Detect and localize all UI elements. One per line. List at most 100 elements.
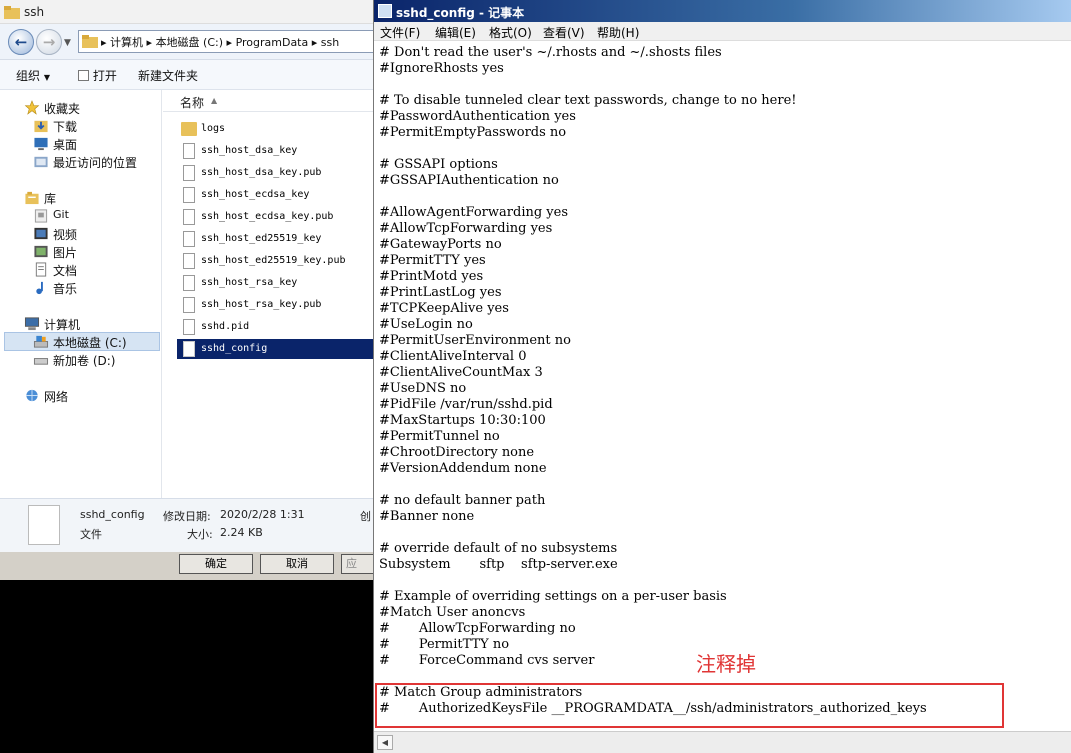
back-arrow-icon: ← (14, 33, 28, 51)
pictures-icon (34, 245, 48, 258)
text-line: # Example of overriding settings on a pe… (379, 589, 727, 604)
notepad-window: sshd_config - 记事本 文件(F) 编辑(E) 格式(O) 查看(V… (373, 0, 1071, 753)
file-row[interactable]: ssh_host_rsa_key.pub (177, 295, 373, 315)
file-row[interactable]: sshd_config (177, 339, 373, 359)
horizontal-scrollbar[interactable]: ◀ (374, 731, 1071, 753)
chevron-down-icon: ▼ (43, 73, 50, 82)
video-icon (34, 227, 48, 240)
downloads-folder-icon (34, 120, 48, 133)
details-modified-label: 修改日期: (163, 510, 211, 523)
file-row[interactable]: ssh_host_ed25519_key (177, 229, 373, 249)
annotation-highlight-box (375, 683, 1004, 728)
document-icon (35, 262, 47, 277)
text-line: #ClientAliveCountMax 3 (379, 365, 543, 380)
file-name: ssh_host_ed25519_key.pub (201, 255, 346, 266)
text-line: # To disable tunneled clear text passwor… (379, 93, 797, 108)
file-row[interactable]: ssh_host_ecdsa_key.pub (177, 207, 373, 227)
file-icon (183, 275, 195, 291)
column-header-name[interactable]: 名称 ▲ (163, 90, 374, 112)
text-line: #AllowTcpForwarding yes (379, 221, 553, 236)
details-modified-value: 2020/2/28 1:31 (220, 508, 305, 521)
drive-c-icon (33, 335, 49, 348)
folder-icon (82, 35, 98, 48)
text-line: # Don't read the user's ~/.rhosts and ~/… (379, 45, 722, 60)
file-name: sshd.pid (201, 321, 250, 332)
text-line: # ForceCommand cvs server (379, 653, 595, 668)
text-line: #PrintLastLog yes (379, 285, 502, 300)
nav-label: 收藏夹 (44, 102, 81, 116)
menu-view[interactable]: 查看(V) (543, 24, 585, 41)
text-line: #VersionAddendum none (379, 461, 547, 476)
scroll-left-icon[interactable]: ◀ (377, 735, 393, 750)
file-thumbnail-icon (28, 505, 60, 545)
notepad-title-bar[interactable]: sshd_config - 记事本 (374, 0, 1071, 22)
file-name: ssh_host_dsa_key (201, 145, 298, 156)
file-name: ssh_host_rsa_key.pub (201, 299, 322, 310)
breadcrumb-programdata[interactable]: ProgramData (236, 36, 309, 49)
text-line: #GSSAPIAuthentication no (379, 173, 559, 188)
forward-button[interactable]: → (36, 29, 62, 55)
file-row[interactable]: ssh_host_rsa_key (177, 273, 373, 293)
cancel-button[interactable]: 取消 (260, 554, 334, 574)
open-button[interactable]: 打开 (78, 67, 117, 84)
file-row[interactable]: sshd.pid (177, 317, 373, 337)
text-line: Subsystem sftp sftp-server.exe (379, 557, 618, 572)
folder-icon (4, 6, 20, 19)
file-row[interactable]: logs (177, 119, 373, 139)
background-dialog-buttons: 确定 取消 应 (0, 552, 375, 580)
breadcrumb-ssh[interactable]: ssh (321, 36, 339, 49)
menu-edit[interactable]: 编辑(E) (435, 24, 476, 41)
file-row[interactable]: ssh_host_ecdsa_key (177, 185, 373, 205)
nav-label: 本地磁盘 (C:) (53, 336, 127, 350)
nav-label: 桌面 (53, 138, 78, 152)
organize-button[interactable]: 组织 ▼ (16, 67, 50, 84)
forward-arrow-icon: → (42, 33, 56, 51)
explorer-title: ssh (24, 5, 45, 19)
breadcrumb-separator: ▸ (311, 36, 318, 49)
open-icon (78, 70, 89, 81)
address-row: ← → ▼ ▸ 计算机 ▸ 本地磁盘 (C:) ▸ ProgramData ▸ … (0, 24, 375, 60)
file-icon (183, 165, 195, 181)
file-name: ssh_host_ecdsa_key.pub (201, 211, 334, 222)
explorer-title-bar[interactable]: ssh (0, 0, 374, 24)
nav-label: Git (53, 208, 69, 221)
address-bar[interactable]: ▸ 计算机 ▸ 本地磁盘 (C:) ▸ ProgramData ▸ ssh (78, 30, 375, 53)
network-icon (26, 389, 38, 402)
text-line: #ClientAliveInterval 0 (379, 349, 527, 364)
computer-icon (24, 317, 40, 331)
file-name: ssh_host_dsa_key.pub (201, 167, 322, 178)
nav-label: 网络 (44, 390, 69, 404)
file-row[interactable]: ssh_host_ed25519_key.pub (177, 251, 373, 271)
apply-button[interactable]: 应 (341, 554, 375, 574)
file-row[interactable]: ssh_host_dsa_key (177, 141, 373, 161)
notepad-text-area[interactable]: # Don't read the user's ~/.rhosts and ~/… (374, 42, 1071, 730)
nav-label: 计算机 (44, 318, 81, 332)
recent-pages-dropdown-icon[interactable]: ▼ (64, 38, 71, 48)
file-icon (183, 319, 195, 335)
breadcrumb-separator: ▸ (146, 36, 153, 49)
breadcrumb-separator: ▸ (226, 36, 233, 49)
breadcrumb-local-disk[interactable]: 本地磁盘 (C:) (156, 36, 223, 49)
menu-help[interactable]: 帮助(H) (597, 24, 639, 41)
details-size-value: 2.24 KB (220, 526, 263, 539)
file-icon (183, 187, 195, 203)
file-row[interactable]: ssh_host_dsa_key.pub (177, 163, 373, 183)
text-line: #MaxStartups 10:30:100 (379, 413, 546, 428)
nav-label: 视频 (53, 228, 78, 242)
ok-button[interactable]: 确定 (179, 554, 253, 574)
nav-label: 下载 (53, 120, 78, 134)
back-button[interactable]: ← (8, 29, 34, 55)
file-name: ssh_host_ecdsa_key (201, 189, 310, 200)
explorer-toolbar: 组织 ▼ 打开 新建文件夹 (0, 60, 374, 90)
breadcrumb-computer[interactable]: 计算机 (110, 36, 143, 49)
breadcrumb[interactable]: ▸ 计算机 ▸ 本地磁盘 (C:) ▸ ProgramData ▸ ssh (101, 34, 339, 50)
menu-format[interactable]: 格式(O) (489, 24, 532, 41)
nav-label: 文档 (53, 264, 78, 278)
annotation-label: 注释掉 (696, 652, 756, 676)
text-line: # GSSAPI options (379, 157, 498, 172)
music-note-icon (36, 281, 43, 295)
text-line: #UseDNS no (379, 381, 467, 396)
new-folder-button[interactable]: 新建文件夹 (138, 67, 198, 84)
menu-file[interactable]: 文件(F) (380, 24, 420, 41)
details-pane: sshd_config 修改日期: 2020/2/28 1:31 创 文件 大小… (0, 498, 374, 552)
